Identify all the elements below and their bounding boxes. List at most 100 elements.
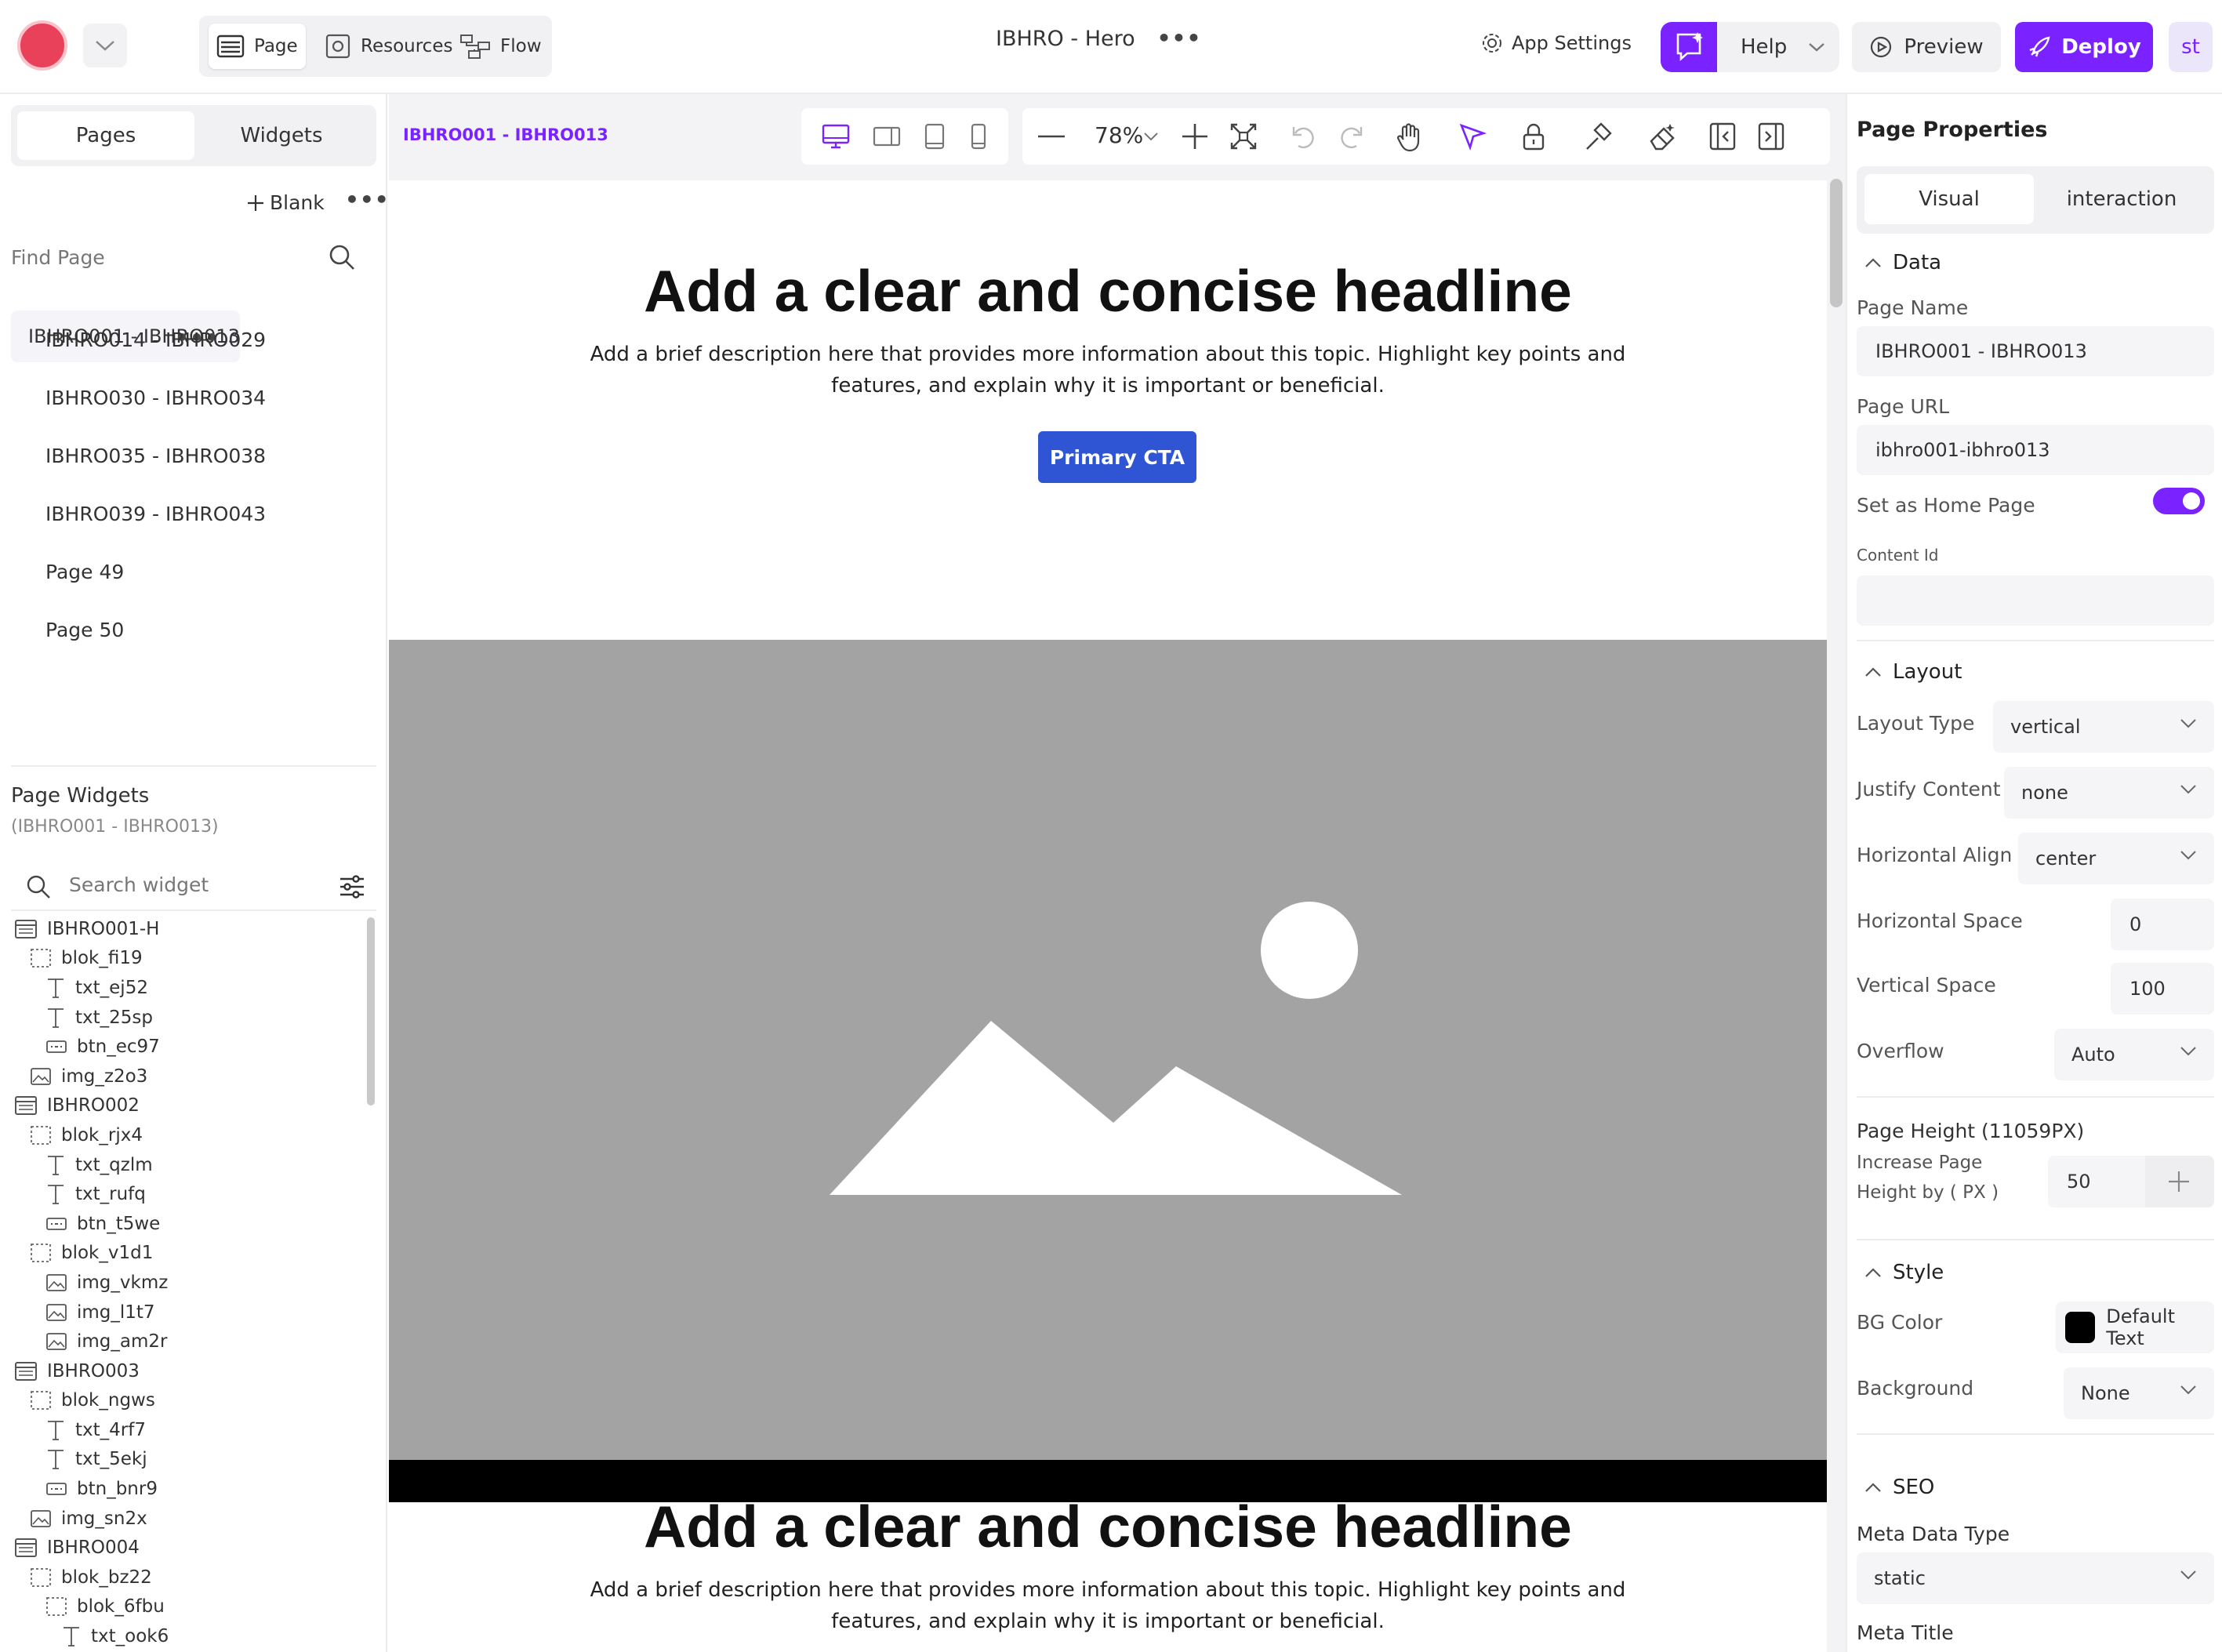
widget-tree-item[interactable]: txt_qzlm <box>11 1150 364 1180</box>
hammer-icon[interactable] <box>1584 122 1614 152</box>
primary-cta-button[interactable]: Primary CTA <box>1038 431 1196 483</box>
bg-color-picker[interactable]: Default Text <box>2056 1302 2214 1353</box>
widget-tree-item[interactable]: btn_ec97 <box>11 1032 364 1062</box>
style-section-header[interactable]: Style <box>1864 1261 1944 1284</box>
zoom-level[interactable]: 78% <box>1095 122 1143 148</box>
hero-description[interactable]: Add a brief description here that provid… <box>577 339 1639 401</box>
mode-flow-button[interactable]: Flow <box>452 24 550 69</box>
help-dropdown[interactable]: Help <box>1717 22 1839 72</box>
widget-tree-item[interactable]: blok_fi19 <box>11 944 364 974</box>
page-canvas[interactable]: Add a clear and concise headline Add a b… <box>389 180 1827 1652</box>
redo-icon[interactable] <box>1336 122 1364 151</box>
canvas-breadcrumb[interactable]: IBHRO001 - IBHRO013 <box>403 125 608 144</box>
widget-tree-item[interactable]: img_l1t7 <box>11 1298 364 1327</box>
fit-screen-icon[interactable] <box>1229 122 1258 151</box>
meta-data-type-select[interactable]: static <box>1857 1552 2214 1604</box>
tab-visual[interactable]: Visual <box>1864 174 2034 224</box>
page-item[interactable]: IBHRO039 - IBHRO043 <box>11 485 376 543</box>
tab-pages[interactable]: Pages <box>17 111 194 160</box>
tab-widgets[interactable]: Widgets <box>193 111 370 160</box>
undo-icon[interactable] <box>1291 122 1319 151</box>
widget-tree-item[interactable]: IBHRO003 <box>11 1356 364 1386</box>
hand-pan-icon[interactable] <box>1396 122 1424 152</box>
section2-description[interactable]: Add a brief description here that provid… <box>577 1574 1639 1637</box>
widget-tree-item[interactable]: IBHRO002 <box>11 1091 364 1121</box>
app-logo[interactable] <box>17 20 67 71</box>
widget-tree-item[interactable]: blok_6fbu <box>11 1592 364 1622</box>
image-placeholder[interactable] <box>389 640 1827 1460</box>
user-avatar[interactable]: st <box>2169 22 2213 72</box>
section2-headline[interactable]: Add a clear and concise headline <box>389 1493 1827 1560</box>
widget-tree-item[interactable]: txt_4rf7 <box>11 1415 364 1445</box>
horizontal-align-select[interactable]: center <box>2018 833 2214 884</box>
logo-dropdown-button[interactable] <box>83 24 127 67</box>
widget-tree-item[interactable]: txt_5ekj <box>11 1445 364 1475</box>
project-more-icon[interactable]: ••• <box>1157 25 1202 51</box>
lock-icon[interactable] <box>1521 122 1546 151</box>
hero-headline[interactable]: Add a clear and concise headline <box>389 257 1827 325</box>
layout-section-header[interactable]: Layout <box>1864 660 1962 684</box>
widget-tree-item[interactable]: txt_ook6 <box>11 1621 364 1651</box>
widget-tree-item[interactable]: blok_rjx4 <box>11 1120 364 1150</box>
zoom-in-icon[interactable] <box>1181 122 1209 151</box>
widget-tree-scrollbar[interactable] <box>367 917 375 1106</box>
mode-resources-button[interactable]: Resources <box>317 24 460 69</box>
justify-content-select[interactable]: none <box>2004 767 2214 819</box>
page-item[interactable]: Page 50 <box>11 601 376 659</box>
background-select[interactable]: None <box>2064 1367 2214 1419</box>
widget-tree-item[interactable]: txt_rufq <box>11 1179 364 1209</box>
mode-page-button[interactable]: Page <box>209 24 306 69</box>
laptop-icon[interactable] <box>873 125 901 148</box>
widget-tree-item[interactable]: txt_25sp <box>11 1003 364 1033</box>
zoom-out-icon[interactable] <box>1038 135 1065 138</box>
filter-sliders-icon[interactable] <box>339 873 365 900</box>
page-url-input[interactable]: ibhro001-ibhro013 <box>1857 425 2214 475</box>
page-item[interactable]: IBHRO030 - IBHRO034 <box>11 369 376 427</box>
home-page-toggle[interactable] <box>2153 488 2205 514</box>
deploy-button[interactable]: Deploy <box>2015 22 2153 72</box>
add-blank-page-button[interactable]: Blank <box>246 191 325 214</box>
vertical-space-input[interactable]: 100 <box>2111 963 2214 1015</box>
collapse-left-panel-icon[interactable] <box>1709 122 1736 151</box>
widget-tree-item[interactable]: IBHRO004 <box>11 1533 364 1563</box>
desktop-icon[interactable] <box>822 123 850 150</box>
search-icon[interactable] <box>328 243 356 271</box>
page-item[interactable]: IBHRO014 - IBHRO029 <box>11 310 376 369</box>
page-item[interactable]: IBHRO035 - IBHRO038 <box>11 427 376 485</box>
ai-chat-button[interactable] <box>1661 22 1717 72</box>
mobile-icon[interactable] <box>969 123 988 150</box>
tab-interaction[interactable]: interaction <box>2037 174 2206 224</box>
collapse-right-panel-icon[interactable] <box>1758 122 1784 151</box>
tablet-icon[interactable] <box>923 123 946 150</box>
canvas-scrollbar[interactable] <box>1830 179 1843 307</box>
widget-tree-item[interactable]: img_z2o3 <box>11 1062 364 1091</box>
layout-type-select[interactable]: vertical <box>1993 701 2214 753</box>
pages-more-icon[interactable]: ••• <box>345 187 390 212</box>
widget-tree-item[interactable]: btn_t5we <box>11 1209 364 1239</box>
widget-tree-item[interactable]: btn_bnr9 <box>11 1474 364 1504</box>
widget-tree-item[interactable]: IBHRO001-H <box>11 914 364 944</box>
widget-tree-item[interactable]: img_am2r <box>11 1327 364 1356</box>
increase-height-input[interactable]: 50 <box>2048 1156 2145 1207</box>
chevron-down-icon[interactable] <box>1143 132 1159 141</box>
cursor-select-icon[interactable] <box>1458 122 1487 151</box>
app-settings-button[interactable]: App Settings <box>1480 31 1632 55</box>
page-item[interactable]: Page 49 <box>11 543 376 601</box>
horizontal-space-input[interactable]: 0 <box>2111 899 2214 950</box>
data-section-header[interactable]: Data <box>1864 251 1941 274</box>
increase-height-add-button[interactable] <box>2145 1156 2214 1207</box>
widget-tree-item[interactable]: img_vkmz <box>11 1268 364 1298</box>
widget-search[interactable]: Search widget <box>11 862 376 911</box>
widget-tree-item[interactable]: blok_bz22 <box>11 1563 364 1592</box>
page-name-input[interactable]: IBHRO001 - IBHRO013 <box>1857 326 2214 376</box>
overflow-select[interactable]: Auto <box>2054 1029 2214 1080</box>
widget-tree-item[interactable]: txt_ej52 <box>11 973 364 1003</box>
find-page-input[interactable]: Find Page <box>11 246 105 269</box>
preview-button[interactable]: Preview <box>1852 22 2001 72</box>
widget-tree-item[interactable]: blok_v1d1 <box>11 1239 364 1269</box>
widget-tree-item[interactable]: img_sn2x <box>11 1504 364 1534</box>
content-id-input[interactable] <box>1857 575 2214 626</box>
widget-tree-item[interactable]: blok_ngws <box>11 1386 364 1416</box>
seo-section-header[interactable]: SEO <box>1864 1476 1934 1499</box>
eraser-icon[interactable] <box>1648 122 1678 152</box>
